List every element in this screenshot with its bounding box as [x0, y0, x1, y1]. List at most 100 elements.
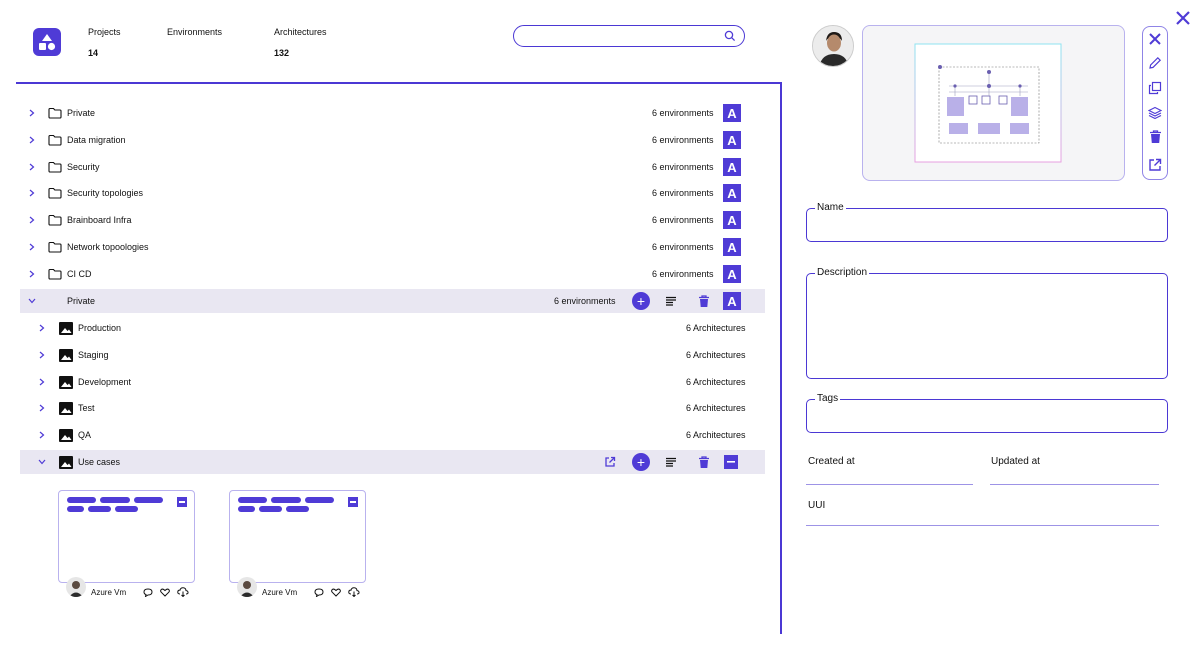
cloud-download-icon[interactable] [347, 586, 360, 598]
project-row[interactable]: Network topoologies 6 environments A [20, 235, 765, 259]
app-logo[interactable] [33, 28, 61, 56]
terraform-a-icon[interactable]: A [723, 158, 741, 176]
stat-environments-label: Environments [167, 27, 223, 37]
cloud-download-icon[interactable] [176, 586, 189, 598]
project-name: Security [67, 162, 100, 172]
environment-row[interactable]: Test 6 Architectures [20, 396, 765, 420]
updated-at-underline [990, 484, 1159, 485]
project-row[interactable]: CI CD 6 environments A [20, 262, 765, 286]
layers-icon[interactable] [1147, 105, 1163, 121]
heart-icon[interactable] [159, 586, 171, 598]
project-row[interactable]: Security topologies 6 environments A [20, 181, 765, 205]
architecture-count: 6 Architectures [686, 403, 746, 413]
architecture-count: 6 Architectures [686, 350, 746, 360]
panel-divider [780, 82, 782, 634]
add-architecture-button[interactable]: + [632, 453, 650, 471]
environment-name: QA [78, 430, 92, 440]
search-icon[interactable] [724, 30, 736, 42]
project-name: Data migration [67, 135, 126, 145]
architecture-card[interactable] [229, 490, 366, 583]
terraform-a-icon[interactable]: A [723, 131, 741, 149]
environment-row[interactable]: Staging 6 Architectures [20, 343, 765, 367]
tag-pill [67, 497, 96, 503]
environment-count: 6 environments [652, 162, 714, 172]
architecture-preview[interactable] [862, 25, 1125, 181]
environment-count: 6 environments [652, 188, 714, 198]
chevron-right-icon[interactable] [27, 135, 37, 145]
terraform-a-icon[interactable]: A [723, 238, 741, 256]
stat-projects-label: Projects [88, 27, 121, 37]
collapse-icon[interactable] [177, 497, 187, 507]
external-link-icon[interactable] [1147, 157, 1163, 173]
search-input[interactable] [524, 29, 714, 43]
external-link-icon[interactable] [602, 454, 618, 470]
project-row[interactable]: Security 6 environments A [20, 155, 765, 179]
chevron-right-icon[interactable] [37, 377, 47, 387]
terraform-a-icon[interactable]: A [723, 104, 741, 122]
avatar [237, 577, 257, 597]
chevron-right-icon[interactable] [37, 403, 47, 413]
chevron-right-icon[interactable] [37, 323, 47, 333]
environment-row-expanded[interactable]: Use cases + [20, 450, 765, 474]
image-icon [59, 375, 73, 389]
description-field[interactable] [806, 273, 1168, 379]
terraform-a-icon[interactable]: A [723, 265, 741, 283]
folder-icon [48, 161, 62, 173]
add-environment-button[interactable]: + [632, 292, 650, 310]
copy-icon[interactable] [1147, 80, 1163, 96]
comment-icon[interactable] [313, 586, 325, 598]
shapes-logo-icon [39, 34, 56, 51]
chevron-right-icon[interactable] [27, 162, 37, 172]
project-name: Private [67, 296, 96, 306]
details-icon[interactable] [663, 293, 679, 309]
terraform-a-icon[interactable]: A [723, 211, 741, 229]
pencil-icon[interactable] [1147, 55, 1163, 71]
project-row[interactable]: Data migration 6 environments A [20, 128, 765, 152]
close-panel-icon[interactable] [1174, 9, 1192, 27]
environment-row[interactable]: QA 6 Architectures [20, 423, 765, 447]
tag-pill [305, 497, 334, 503]
close-icon[interactable] [1147, 31, 1163, 47]
author-name: Azure Vm [262, 588, 298, 597]
folder-icon [48, 214, 62, 226]
project-row[interactable]: Brainboard Infra 6 environments A [20, 208, 765, 232]
environment-name: Development [78, 377, 132, 387]
chevron-right-icon[interactable] [27, 269, 37, 279]
collapse-icon[interactable] [724, 455, 738, 469]
chevron-right-icon[interactable] [27, 188, 37, 198]
trash-icon[interactable] [696, 293, 712, 309]
architecture-count: 6 Architectures [686, 377, 746, 387]
chevron-down-icon[interactable] [27, 296, 37, 306]
environment-row[interactable]: Development 6 Architectures [20, 370, 765, 394]
tag-pill [67, 506, 84, 512]
author-name: Azure Vm [91, 588, 127, 597]
chevron-down-icon[interactable] [37, 457, 47, 467]
project-row-expanded[interactable]: Private 6 environments + A [20, 289, 765, 313]
updated-at-label: Updated at [991, 456, 1040, 467]
trash-icon[interactable] [1147, 129, 1163, 145]
architecture-card[interactable] [58, 490, 195, 583]
chevron-right-icon[interactable] [37, 350, 47, 360]
name-field[interactable] [806, 208, 1168, 242]
environment-row[interactable]: Production 6 Architectures [20, 316, 765, 340]
project-row[interactable]: Private 6 environments A [20, 101, 765, 125]
uuid-label: UUI [808, 500, 826, 511]
tags-field[interactable] [806, 399, 1168, 433]
chevron-right-icon[interactable] [27, 108, 37, 118]
terraform-a-icon[interactable]: A [723, 292, 741, 310]
collapse-icon[interactable] [348, 497, 358, 507]
heart-icon[interactable] [330, 586, 342, 598]
terraform-a-icon[interactable]: A [723, 184, 741, 202]
environment-name: Test [78, 403, 95, 413]
details-icon[interactable] [663, 454, 679, 470]
chevron-right-icon[interactable] [37, 430, 47, 440]
chevron-right-icon[interactable] [27, 242, 37, 252]
comment-icon[interactable] [142, 586, 154, 598]
chevron-right-icon[interactable] [27, 215, 37, 225]
project-name: Network topoologies [67, 242, 149, 252]
description-label: Description [815, 267, 870, 278]
trash-icon[interactable] [696, 454, 712, 470]
environment-count: 6 environments [652, 135, 714, 145]
search-box[interactable] [513, 25, 745, 47]
folder-icon [48, 134, 62, 146]
